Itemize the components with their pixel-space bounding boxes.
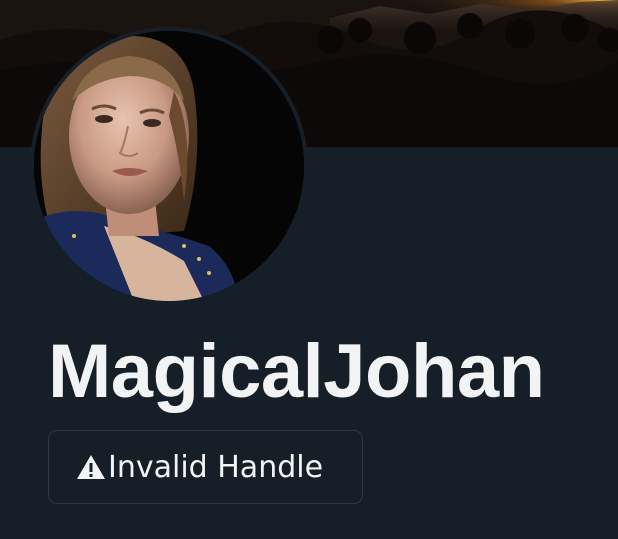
handle-status-label: Invalid Handle [108,449,324,485]
display-name: MagicalJohan [48,329,545,414]
warning-triangle-icon [75,452,107,482]
invalid-handle-badge[interactable]: Invalid Handle [48,430,363,504]
avatar[interactable] [30,27,308,305]
avatar-image [34,31,304,301]
profile-header: MagicalJohan Invalid Handle [0,0,618,539]
